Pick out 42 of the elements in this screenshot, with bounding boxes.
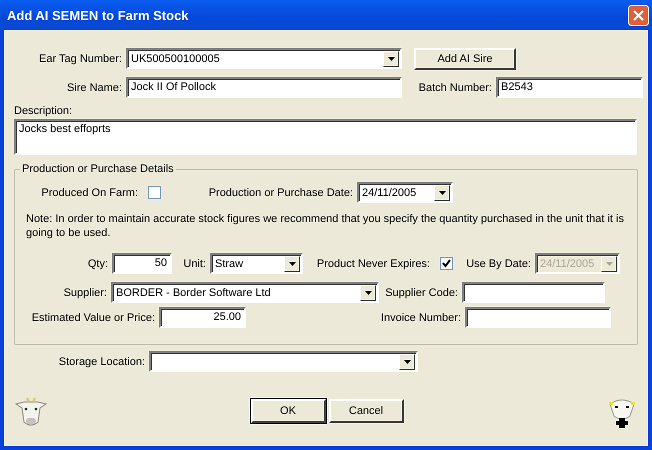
add-sire-button[interactable]: Add AI Sire (414, 48, 516, 70)
caret-icon (364, 290, 372, 294)
field-label: Product Never Expires: (316, 258, 431, 270)
never-expires-checkbox[interactable] (440, 257, 453, 270)
caret-icon (438, 190, 446, 194)
field-label: Supplier Code: (384, 286, 459, 298)
supplier-dropdown[interactable]: BORDER - Border Software Ltd (111, 282, 379, 303)
field-label: Batch Number: (418, 82, 493, 94)
group-title: Production or Purchase Details (20, 163, 176, 175)
batch-number-field[interactable]: B2543 (496, 77, 643, 98)
dialog-button[interactable]: Cancel (328, 399, 404, 423)
caret-icon (288, 262, 296, 266)
field-label: Ear Tag Number: (38, 52, 123, 64)
field-label: Qty: (86, 258, 109, 270)
caret-icon (404, 360, 410, 364)
storage-location-dropdown[interactable] (149, 351, 418, 372)
field-label: Estimated Value or Price: (30, 312, 156, 324)
dialog-button[interactable]: OK (250, 399, 326, 423)
field-label: Produced On Farm: (40, 186, 139, 198)
field-label: Invoice Number: (380, 312, 462, 324)
qty-field[interactable]: 50 (112, 253, 172, 274)
ear-tag-dropdown[interactable]: UK500500100005 (126, 48, 402, 69)
note-text: Note: In order to maintain accurate stock figures we recommend that you specify the quantity purchased in the unit that it is going to be used. (25, 212, 625, 240)
caret-icon (606, 262, 612, 266)
field-label: Description: (14, 105, 74, 117)
price-field[interactable]: 25.00 (159, 307, 246, 328)
close-icon[interactable] (628, 4, 649, 26)
field-label: Production or Purchase Date: (208, 186, 354, 198)
field-label: Sire Name: (66, 82, 123, 94)
field-label: Supplier: (62, 286, 108, 298)
field-label: Unit: (182, 258, 207, 270)
field-label: Use By Date: (465, 258, 532, 270)
description-field[interactable]: Jocks best effoprts (14, 119, 637, 155)
field-label: Storage Location: (58, 356, 146, 368)
window-title: Add AI SEMEN to Farm Stock (7, 8, 189, 22)
sire-name-field[interactable]: Jock II Of Pollock (126, 77, 402, 98)
supplier-code-field[interactable] (462, 282, 605, 303)
caret-icon (388, 56, 394, 60)
unit-dropdown[interactable]: Straw (210, 253, 303, 274)
produced-on-farm-checkbox[interactable] (148, 186, 161, 199)
date-dropdown[interactable]: 24/11/2005 (357, 182, 453, 203)
invoice-number-field[interactable] (465, 307, 611, 328)
